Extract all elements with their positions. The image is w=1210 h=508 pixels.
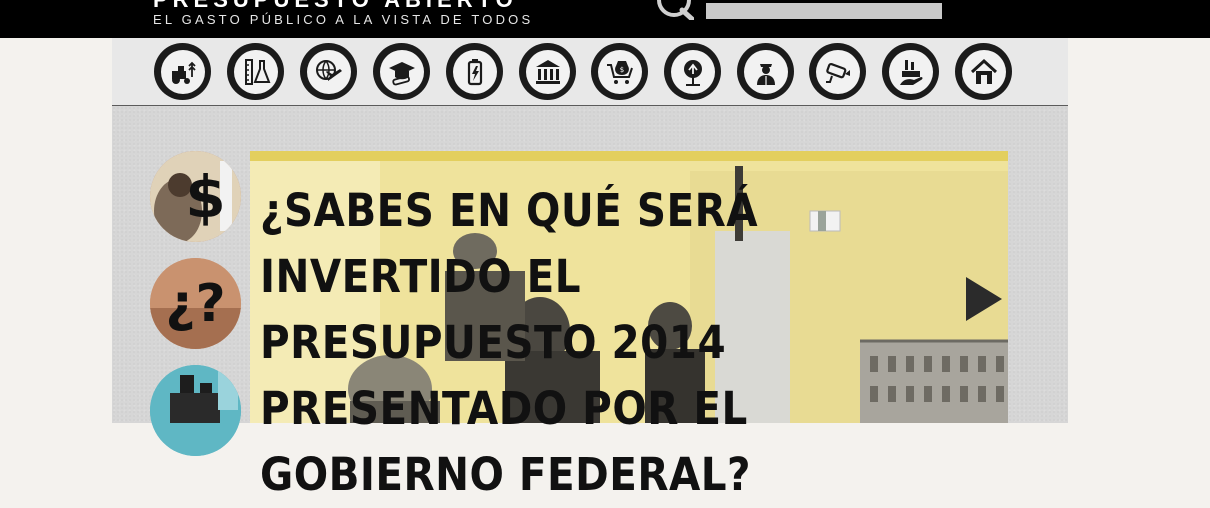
category-economia-button[interactable]: $ bbox=[591, 43, 648, 100]
category-gobierno-button[interactable] bbox=[519, 43, 576, 100]
carousel-thumb-3[interactable] bbox=[150, 365, 241, 456]
carousel-next-arrow-icon[interactable] bbox=[966, 277, 1002, 321]
category-educacion-button[interactable] bbox=[373, 43, 430, 100]
factory-hand-icon bbox=[899, 59, 922, 85]
security-camera-icon bbox=[825, 62, 850, 83]
category-energia-button[interactable] bbox=[446, 43, 503, 100]
graduation-cap-icon bbox=[388, 61, 415, 85]
battery-bolt-icon bbox=[467, 58, 482, 85]
category-industria-button[interactable] bbox=[882, 43, 939, 100]
thumb-3-label bbox=[150, 365, 241, 456]
money-cart-icon: $ bbox=[606, 60, 633, 84]
category-vivienda-button[interactable] bbox=[955, 43, 1012, 100]
category-ciencia-button[interactable] bbox=[227, 43, 284, 100]
svg-text:$: $ bbox=[619, 66, 623, 74]
search-input[interactable] bbox=[706, 3, 942, 19]
search-icon[interactable] bbox=[654, 0, 694, 20]
question-marks-icon: ¿? bbox=[165, 273, 226, 334]
site-tagline: EL GASTO PÚBLICO A LA VISTA DE TODOS bbox=[153, 12, 534, 27]
house-icon bbox=[970, 58, 997, 84]
government-building-icon bbox=[535, 59, 560, 84]
recycle-tree-icon bbox=[683, 59, 702, 86]
category-seguridad-button[interactable] bbox=[737, 43, 794, 100]
hero-headline: ¿SABES EN QUÉ SERÁ INVERTIDO EL PRESUPUE… bbox=[260, 184, 759, 501]
police-officer-icon bbox=[756, 63, 775, 85]
top-header-bar: PRESUPUESTO ABIERTO EL GASTO PÚBLICO A L… bbox=[0, 0, 1210, 38]
carousel-thumb-2[interactable]: ¿? bbox=[150, 258, 241, 349]
ruler-flask-icon bbox=[244, 58, 270, 85]
category-vigilancia-button[interactable] bbox=[809, 43, 866, 100]
globe-plane-icon bbox=[315, 59, 342, 81]
category-medio-ambiente-button[interactable] bbox=[664, 43, 721, 100]
dollar-sign-icon: $ bbox=[185, 162, 226, 231]
carousel-thumb-1[interactable]: $ bbox=[150, 151, 241, 242]
tractor-wheat-icon bbox=[171, 61, 196, 84]
category-agricultura-button[interactable] bbox=[154, 43, 211, 100]
category-turismo-button[interactable] bbox=[300, 43, 357, 100]
